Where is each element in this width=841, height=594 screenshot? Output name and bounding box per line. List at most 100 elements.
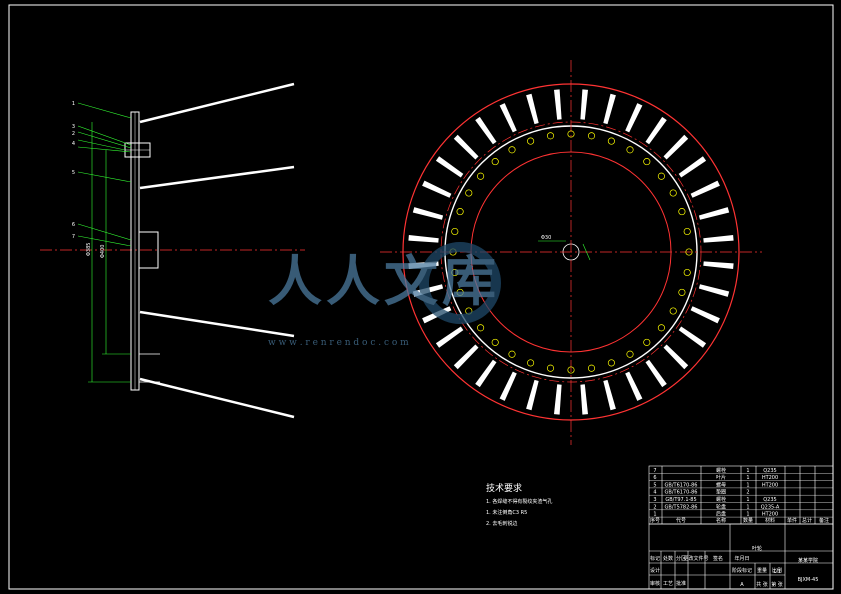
part-name: 叶轮 — [752, 545, 762, 552]
balloon-label: 1 — [72, 101, 75, 107]
balloon-label: 4 — [72, 141, 75, 147]
bolt-hole — [477, 324, 485, 332]
bolt-hole — [477, 172, 485, 180]
title-block-label: 处数 — [663, 555, 673, 562]
bom-cell: 4 — [653, 490, 656, 496]
bom-cell: 螺母 — [716, 481, 726, 488]
blade — [603, 93, 616, 125]
bom-cell: 叶片 — [716, 474, 726, 481]
bom-header: 序号 代号 名称 数量 材料 单件 总计 备注 — [650, 517, 829, 524]
bom-cell: 6 — [653, 475, 656, 481]
blade — [580, 384, 588, 415]
balloon-label: 6 — [72, 222, 75, 228]
balloon-label: 5 — [72, 170, 75, 176]
blade — [678, 156, 707, 178]
blade — [554, 89, 562, 120]
company-name: 某某学院 — [798, 557, 818, 564]
tech-item-2: 1. 未注倒角C3 R5 — [486, 509, 527, 516]
bolt-hole — [546, 132, 555, 140]
watermark-url: w w w . r e n r e n d o c . c o m — [268, 338, 409, 348]
leader-line — [77, 125, 132, 146]
blade — [663, 344, 689, 370]
title-block-label: 签名 — [713, 555, 723, 562]
vane-line — [139, 165, 295, 190]
bom-cell: 1 — [746, 497, 749, 503]
title-block-label: 设计 — [650, 567, 660, 574]
bom-cell: 轮盘 — [716, 503, 726, 510]
bom-cell: 螺栓 — [716, 467, 726, 474]
bom-h-no: 序号 — [650, 517, 660, 524]
blade — [580, 89, 588, 120]
sheet-mark: A — [740, 582, 744, 588]
dim-left-a: Φ385 — [86, 243, 92, 256]
bom-h-mat: 材料 — [765, 517, 775, 524]
title-block-label: 第 张 — [771, 581, 783, 588]
bom-cell: HT200 — [762, 482, 778, 488]
title-block-label: 比例 — [772, 567, 782, 574]
hub-dim-label: Φ30 — [541, 235, 551, 241]
bolt-hole — [657, 324, 665, 332]
bom-cell: HT200 — [762, 475, 778, 481]
bom-cell: Q235 — [763, 497, 776, 503]
blade — [422, 180, 452, 198]
bolt-hole — [491, 338, 499, 346]
vane-line — [139, 377, 295, 419]
bom-cell: 后盘 — [716, 511, 726, 518]
bolt-hole — [527, 137, 535, 145]
title-block-labels: 标记 处数 分区更改文件号 签名 年月日设计审核 工艺 批准阶段标记 重量 比例共 张第 张 — [650, 555, 783, 588]
bolt-hole — [669, 307, 677, 315]
bolt-hole — [643, 338, 651, 346]
blade — [625, 103, 643, 133]
bom-cell: 螺栓 — [716, 496, 726, 503]
blade — [475, 116, 497, 145]
bolt-hole — [527, 359, 535, 367]
bom-cell: 3 — [653, 497, 656, 503]
bolt-hole — [626, 350, 634, 358]
bolt-hole — [456, 208, 464, 216]
bolt-hole — [607, 137, 615, 145]
balloon-label: 3 — [72, 124, 75, 130]
balloon-leaders: 1 32 4 5 6 7 — [72, 101, 132, 247]
leader-line — [77, 139, 126, 151]
bom-cell: 1 — [746, 468, 749, 474]
bolt-hole — [643, 158, 651, 166]
bom-cell: HT200 — [762, 512, 778, 518]
title-block-label: 年月日 — [734, 555, 749, 562]
side-view — [40, 111, 305, 391]
bom-h-unit: 单件 — [787, 517, 797, 524]
bolt-hole — [587, 364, 596, 372]
blade — [703, 235, 734, 243]
bolt-hole — [678, 288, 686, 296]
blade — [703, 261, 734, 269]
title-block-label: 重量 — [757, 567, 767, 574]
bolt-hole — [683, 268, 691, 277]
title-block-label: 批准 — [676, 580, 686, 587]
bolt-hole — [508, 350, 516, 358]
blade — [526, 93, 539, 125]
blade — [435, 326, 464, 348]
blade — [645, 359, 667, 388]
bom-cell: 7 — [653, 468, 656, 474]
watermark-text: 人人文库 — [268, 249, 500, 313]
tech-item-3: 2. 去毛刺锐边 — [486, 520, 517, 527]
bolt-hole — [546, 364, 555, 372]
blade — [625, 371, 643, 401]
blade — [499, 103, 517, 133]
bolt-hole — [607, 359, 615, 367]
bom-h-code: 代号 — [676, 517, 686, 524]
bom-cell: 1 — [746, 482, 749, 488]
bolt-hole — [451, 227, 459, 236]
drawing-number: BJXM-45 — [798, 577, 819, 583]
bom-cell: 2 — [653, 504, 656, 510]
blade — [645, 116, 667, 145]
leader-line — [77, 102, 132, 119]
bolt-hole — [669, 189, 677, 197]
blade — [453, 344, 479, 370]
bolt-hole — [678, 208, 686, 216]
blade — [412, 207, 444, 220]
watermark: 人人文库 w w w . r e n r e n d o c . c o m — [268, 242, 501, 348]
bom-cell: 垫圈 — [716, 489, 726, 496]
title-block-label: 工艺 — [663, 581, 673, 587]
tech-requirements: 技术要求 1. 各焊缝不得有裂纹夹渣气孔 1. 未注倒角C3 R5 2. 去毛刺… — [486, 482, 552, 527]
title-block-label: 阶段标记 — [732, 567, 752, 574]
